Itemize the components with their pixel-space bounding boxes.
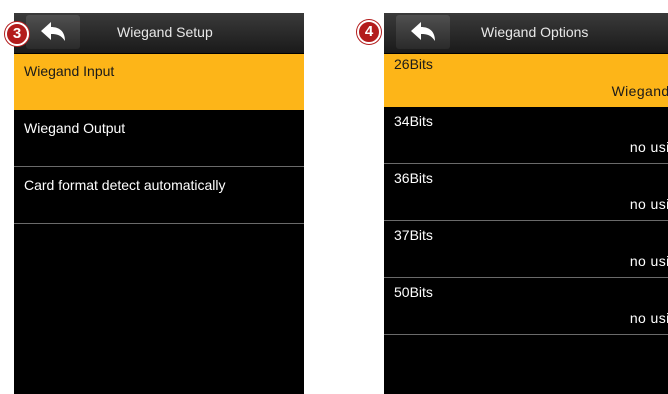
back-arrow-icon	[41, 22, 65, 41]
option-label: 36Bits	[394, 170, 433, 186]
option-34bits[interactable]: 34Bits no using	[384, 108, 668, 164]
option-label: 34Bits	[394, 113, 433, 129]
option-value: Wiegand26	[611, 83, 668, 99]
menu-item-wiegand-input[interactable]: Wiegand Input	[14, 54, 304, 110]
page-title: Wiegand Options	[481, 24, 589, 40]
page-title: Wiegand Setup	[117, 24, 213, 40]
option-26bits[interactable]: 26Bits Wiegand26	[384, 54, 668, 107]
option-value: no using	[629, 253, 668, 269]
title-bar: Wiegand Options	[384, 13, 668, 54]
title-bar: Wiegand Setup	[14, 13, 304, 54]
menu-item-card-format-detect[interactable]: Card format detect automatically	[14, 168, 304, 224]
step-badge: 4	[357, 20, 381, 44]
option-label: 50Bits	[394, 284, 433, 300]
menu-item-label: Wiegand Output	[24, 120, 126, 136]
option-36bits[interactable]: 36Bits no using	[384, 165, 668, 221]
back-button[interactable]	[26, 15, 80, 49]
back-button[interactable]	[396, 15, 450, 49]
wiegand-options-screen: Wiegand Options 26Bits Wiegand26 34Bits …	[384, 13, 668, 394]
menu-item-label: Card format detect automatically	[24, 177, 226, 193]
option-value: no using	[629, 196, 668, 212]
option-value: no using	[629, 139, 668, 155]
menu-item-wiegand-output[interactable]: Wiegand Output	[14, 111, 304, 167]
option-37bits[interactable]: 37Bits no using	[384, 222, 668, 278]
option-value: no using	[629, 310, 668, 326]
option-50bits[interactable]: 50Bits no using	[384, 279, 668, 335]
option-label: 26Bits	[394, 56, 433, 72]
step-badge: 3	[5, 22, 29, 46]
option-label: 37Bits	[394, 227, 433, 243]
menu-item-label: Wiegand Input	[24, 63, 115, 79]
back-arrow-icon	[411, 22, 435, 41]
wiegand-setup-screen: Wiegand Setup Wiegand Input Wiegand Outp…	[14, 13, 304, 394]
